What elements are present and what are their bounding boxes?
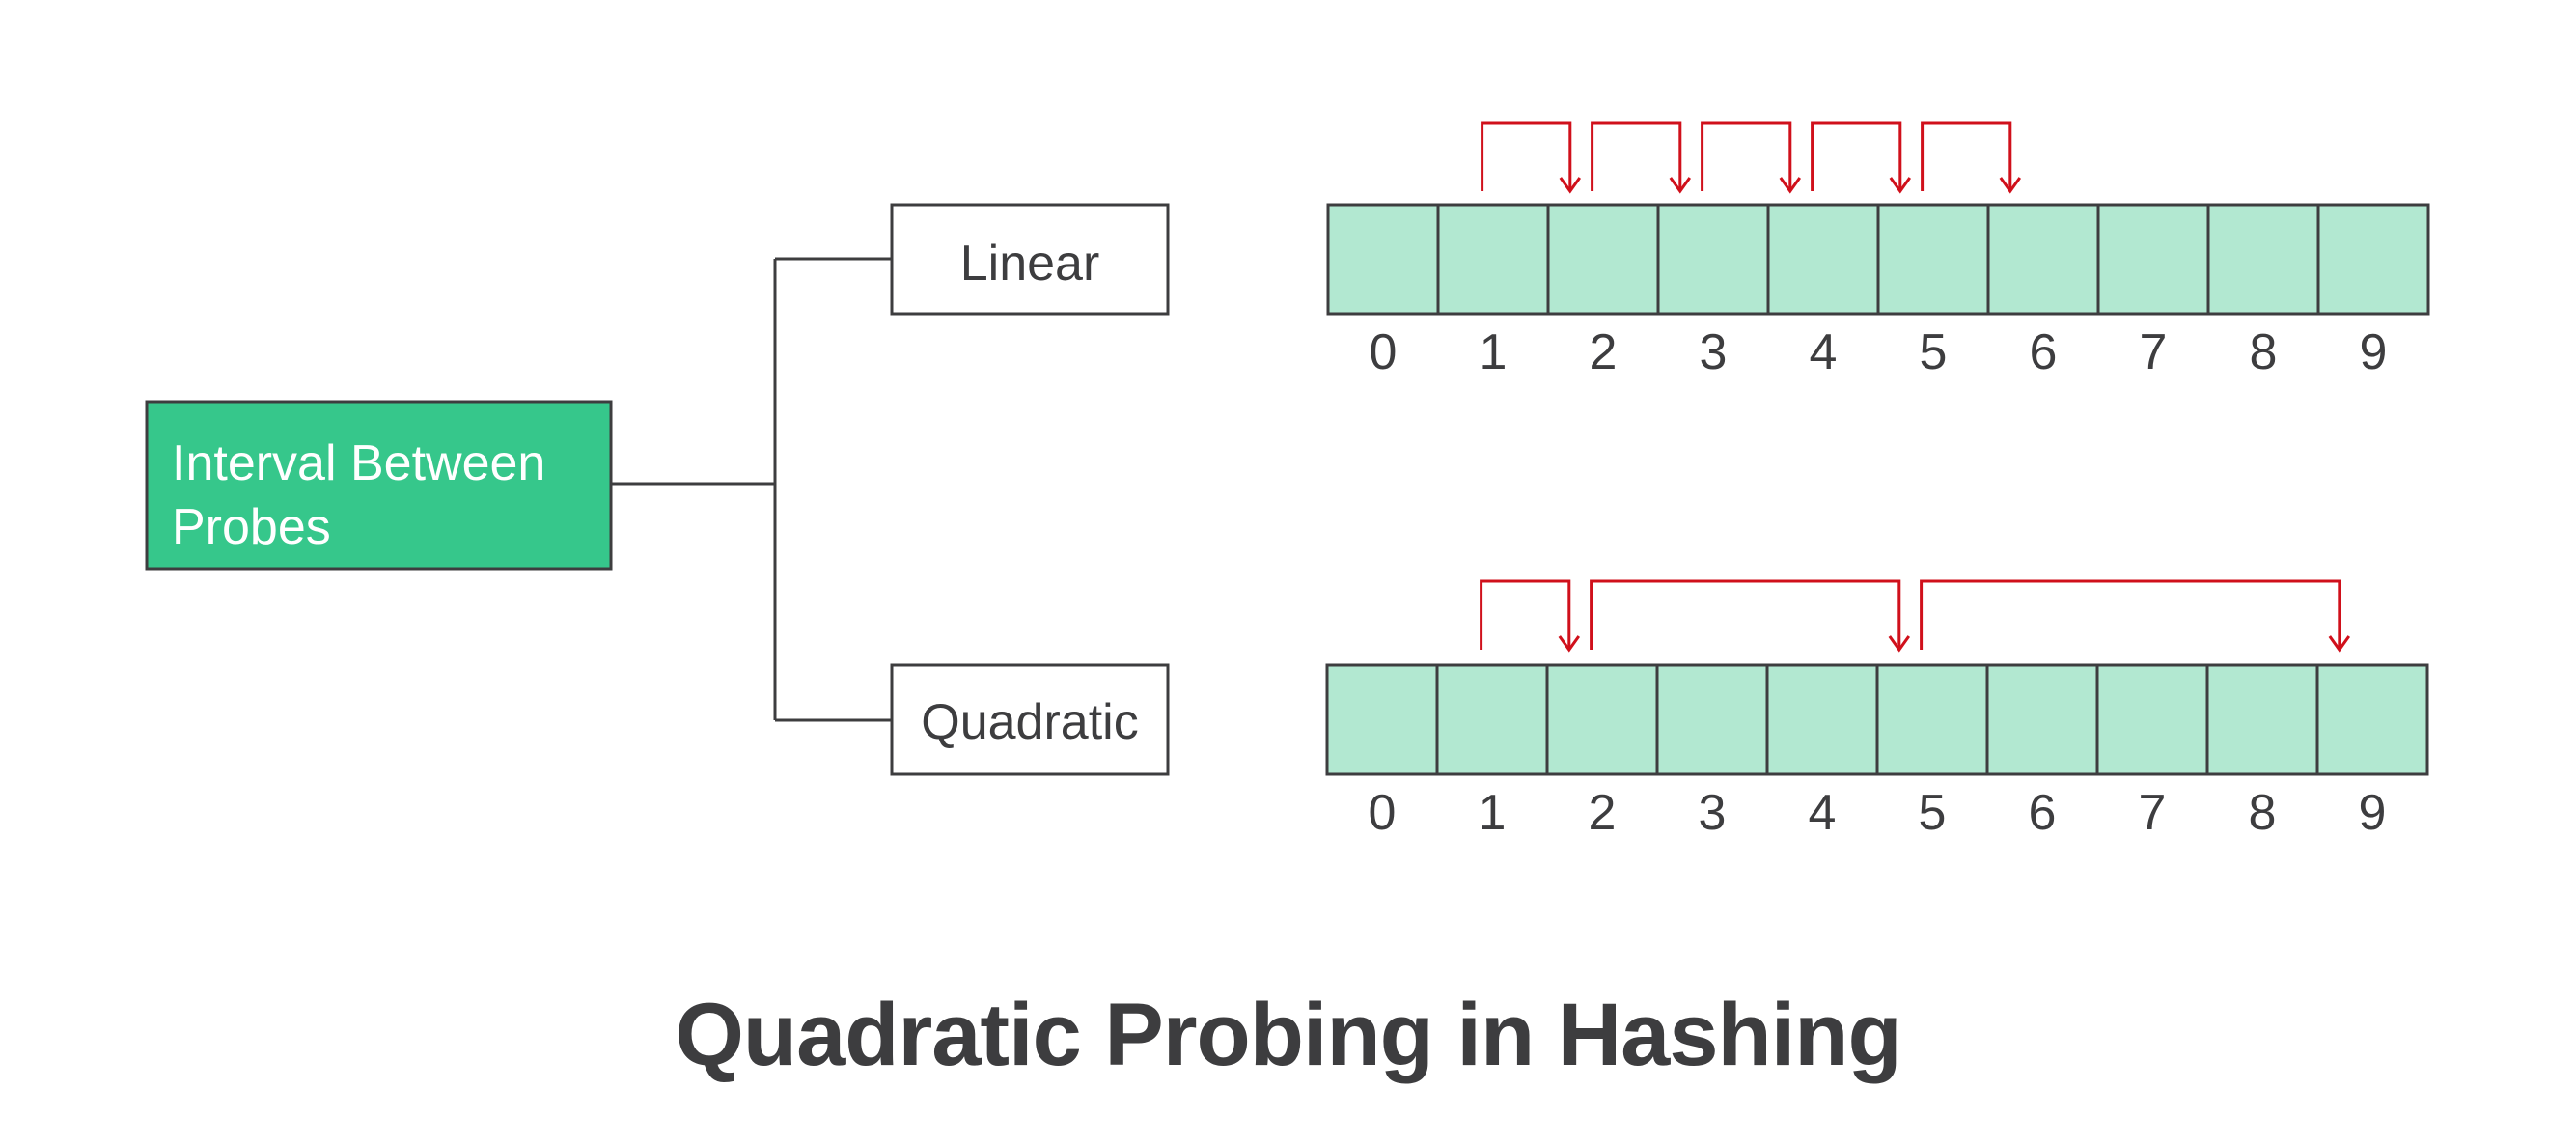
hash-cell-2	[1546, 203, 1660, 316]
hash-index-label: 3	[1699, 785, 1727, 841]
hash-cell-1	[1435, 663, 1549, 776]
arrow-path	[1701, 121, 1792, 191]
probe-arrow-3-to-4	[1701, 121, 1802, 194]
arrow-path	[1920, 579, 2341, 650]
hash-index-label: 5	[1919, 785, 1947, 841]
linear-node-label: Linear	[960, 236, 1100, 292]
quadratic-node-label: Quadratic	[921, 694, 1138, 750]
tree-connectors	[611, 257, 892, 722]
hash-index-label: 3	[1700, 324, 1728, 380]
arrow-path	[1591, 121, 1682, 191]
arrow-path	[1481, 121, 1572, 191]
arrow-path	[1811, 121, 1902, 191]
hash-cell-4	[1765, 663, 1879, 776]
hash-index-label: 8	[2250, 324, 2278, 380]
hash-cell-5	[1876, 203, 1990, 316]
hash-cell-2	[1545, 663, 1659, 776]
hash-cell-6	[1986, 203, 2100, 316]
probe-arrow-5-to-6	[1921, 121, 2022, 194]
probe-arrow-4-to-5	[1811, 121, 1912, 194]
arrow-path	[1590, 579, 1901, 650]
hash-cell-7	[2095, 663, 2209, 776]
hash-cell-6	[1985, 663, 2099, 776]
diagram-canvas: Interval Between Probes Linear Quadratic…	[145, 121, 2430, 841]
hash-index-label: 1	[1479, 785, 1507, 841]
hash-cell-9	[2316, 203, 2430, 316]
hash-cell-5	[1875, 663, 1989, 776]
hash-index-label: 5	[1920, 324, 1948, 380]
hash-index-label: 4	[1809, 785, 1837, 841]
probe-arrow-2-to-5	[1590, 579, 1911, 653]
branch-quadratic: Quadratic	[890, 663, 1170, 776]
diagram-title: Quadratic Probing in Hashing	[675, 986, 1901, 1084]
hash-cell-8	[2206, 203, 2320, 316]
hash-cell-0	[1326, 203, 1440, 316]
branch-linear: Linear	[890, 203, 1170, 316]
hash-cell-7	[2096, 203, 2210, 316]
root-node-label-line2: Probes	[172, 499, 331, 555]
hash-index-label: 9	[2359, 785, 2387, 841]
hash-index-label: 7	[2140, 324, 2168, 380]
hash-cell-3	[1656, 203, 1770, 316]
linear-probe-arrows	[1481, 121, 2022, 194]
probe-arrow-1-to-2	[1481, 121, 1582, 194]
arrow-path	[1480, 579, 1571, 650]
hash-index-label: 4	[1810, 324, 1838, 380]
linear-hash-table: 0 1 2 3 4 5 6 7 8 9	[1326, 203, 2430, 380]
probe-arrow-5-to-9	[1920, 579, 2351, 653]
hash-cell-8	[2205, 663, 2319, 776]
hash-index-label: 8	[2249, 785, 2277, 841]
quadratic-hash-table: 0 1 2 3 4 5 6 7 8 9	[1325, 663, 2429, 841]
hash-index-label: 9	[2360, 324, 2388, 380]
hash-index-label: 7	[2139, 785, 2167, 841]
hash-cell-4	[1766, 203, 1880, 316]
hash-index-label: 0	[1370, 324, 1398, 380]
root-node: Interval Between Probes	[145, 400, 613, 571]
probe-arrow-1-to-2	[1480, 579, 1581, 653]
hash-index-label: 1	[1480, 324, 1508, 380]
arrow-path	[1921, 121, 2012, 191]
hash-index-label: 2	[1589, 785, 1617, 841]
hash-cell-9	[2315, 663, 2429, 776]
probe-arrow-2-to-3	[1591, 121, 1692, 194]
hash-cell-0	[1325, 663, 1439, 776]
root-node-label-line1: Interval Between	[172, 435, 545, 491]
hash-index-label: 0	[1369, 785, 1397, 841]
quadratic-probe-arrows	[1480, 579, 2351, 653]
hash-cell-3	[1655, 663, 1769, 776]
hash-index-label: 2	[1590, 324, 1618, 380]
hash-index-label: 6	[2030, 324, 2058, 380]
hash-index-label: 6	[2029, 785, 2057, 841]
hash-cell-1	[1436, 203, 1550, 316]
